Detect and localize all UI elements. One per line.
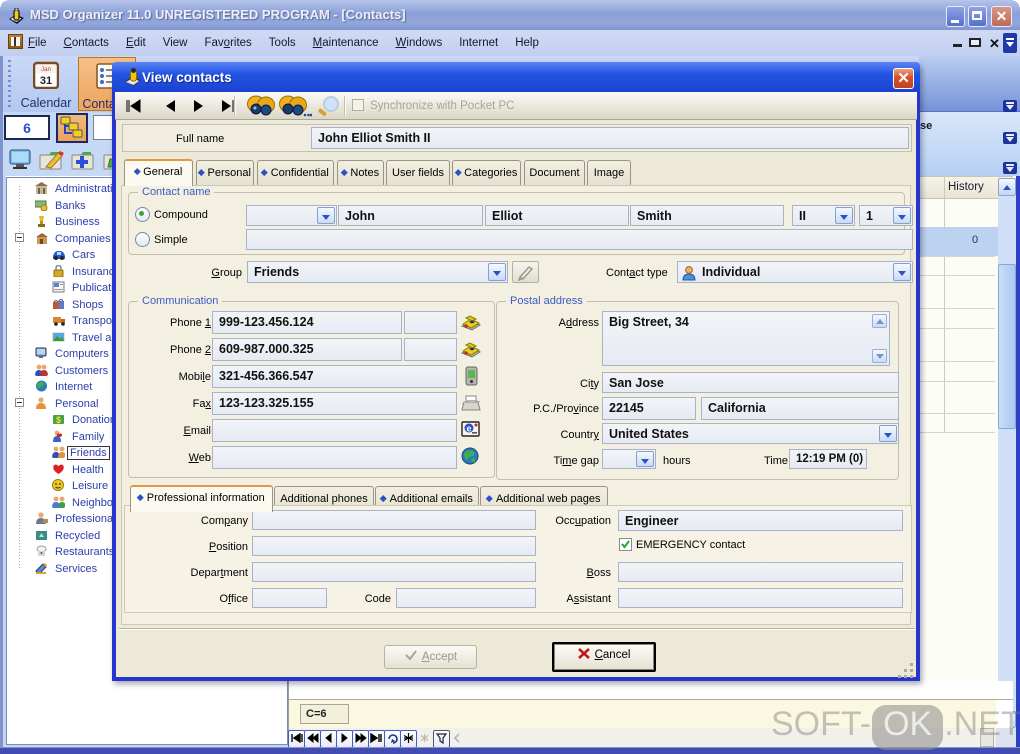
svg-text:$: $ bbox=[56, 415, 61, 425]
svg-text:e: e bbox=[466, 424, 471, 434]
svg-text:Jan: Jan bbox=[41, 67, 51, 73]
svg-text:31: 31 bbox=[40, 75, 52, 87]
